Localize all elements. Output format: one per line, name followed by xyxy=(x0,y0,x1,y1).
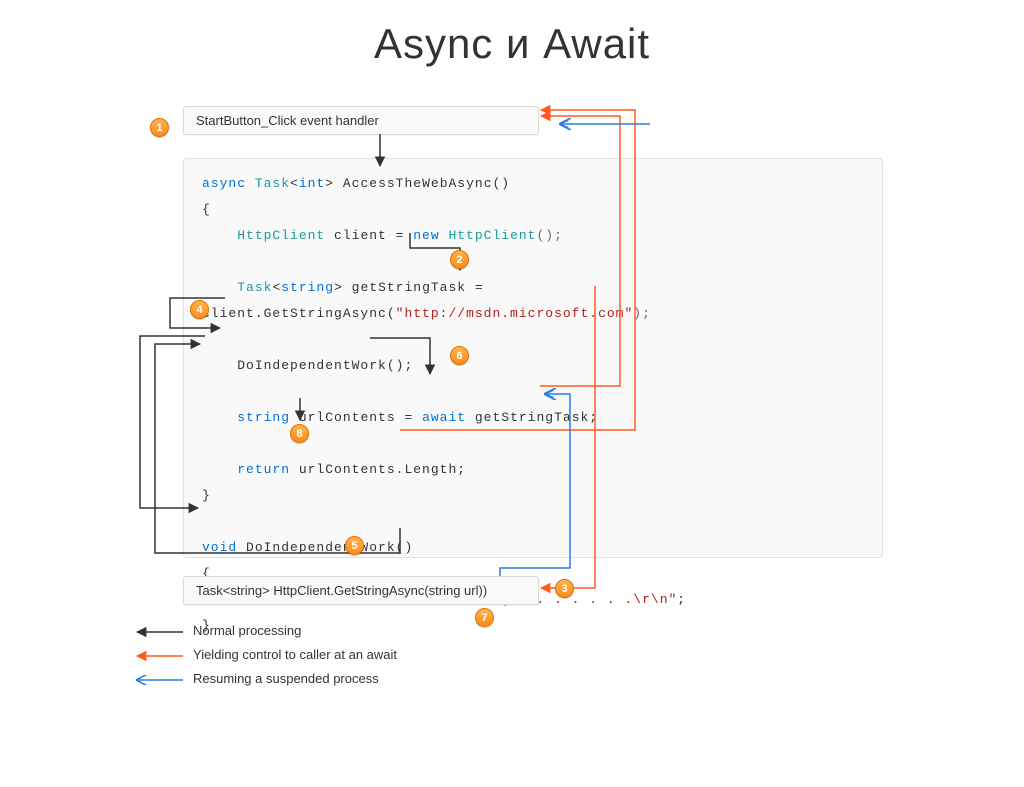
angle-close: > xyxy=(325,176,343,191)
type-task: Task xyxy=(255,176,290,191)
angle-open2: < xyxy=(272,280,281,295)
brace-close-1: } xyxy=(202,488,211,503)
legend-swatch-resume xyxy=(135,673,185,683)
kw-return: return xyxy=(237,462,290,477)
str-url: "http://msdn.microsoft.com" xyxy=(396,306,634,321)
diagram-canvas: StartButton_Click event handler async Ta… xyxy=(0,98,1024,738)
await-tgt: getStringTask; xyxy=(466,410,598,425)
kw-string: string xyxy=(281,280,334,295)
call-doindependent: DoIndependentWork(); xyxy=(237,358,413,373)
urlcontents-eq: urlContents = xyxy=(290,410,422,425)
badge-4: 4 xyxy=(190,300,209,319)
brace-open-1: { xyxy=(202,202,211,217)
kw-void: void xyxy=(202,540,237,555)
kw-string2: string xyxy=(237,410,290,425)
kw-await: await xyxy=(422,410,466,425)
paren-1: (); xyxy=(536,228,562,243)
kw-async: async xyxy=(202,176,246,191)
event-handler-box: StartButton_Click event handler xyxy=(183,106,539,135)
semi-working: ; xyxy=(677,592,686,607)
code-block: async Task<int> AccessTheWebAsync() { Ht… xyxy=(183,158,883,558)
badge-2: 2 xyxy=(450,250,469,269)
ctor-httpclient: HttpClient xyxy=(440,228,537,243)
kw-int: int xyxy=(299,176,325,191)
legend-row-yield: Yielding control to caller at an await xyxy=(135,642,397,666)
legend-row-normal: Normal processing xyxy=(135,618,397,642)
type-task2: Task xyxy=(237,280,272,295)
paren-2: ); xyxy=(633,306,651,321)
badge-3: 3 xyxy=(555,579,574,598)
getstringasync-box: Task<string> HttpClient.GetStringAsync(s… xyxy=(183,576,539,605)
method-name: AccessTheWebAsync() xyxy=(343,176,510,191)
badge-6: 6 xyxy=(450,346,469,365)
method-doindependent: DoIndependentWork() xyxy=(237,540,413,555)
badge-7: 7 xyxy=(475,608,494,627)
legend-label-normal: Normal processing xyxy=(193,623,301,638)
angle-open: < xyxy=(290,176,299,191)
badge-8: 8 xyxy=(290,424,309,443)
return-expr: urlContents.Length; xyxy=(290,462,466,477)
client-eq: client = xyxy=(325,228,413,243)
legend: Normal processing Yielding control to ca… xyxy=(135,618,397,690)
legend-swatch-normal xyxy=(135,625,185,635)
page-title: Async и Await xyxy=(0,20,1024,68)
badge-5: 5 xyxy=(345,536,364,555)
type-httpclient: HttpClient xyxy=(237,228,325,243)
legend-label-resume: Resuming a suspended process xyxy=(193,671,379,686)
legend-swatch-yield xyxy=(135,649,185,659)
legend-label-yield: Yielding control to caller at an await xyxy=(193,647,397,662)
legend-row-resume: Resuming a suspended process xyxy=(135,666,397,690)
kw-new: new xyxy=(413,228,439,243)
badge-1: 1 xyxy=(150,118,169,137)
